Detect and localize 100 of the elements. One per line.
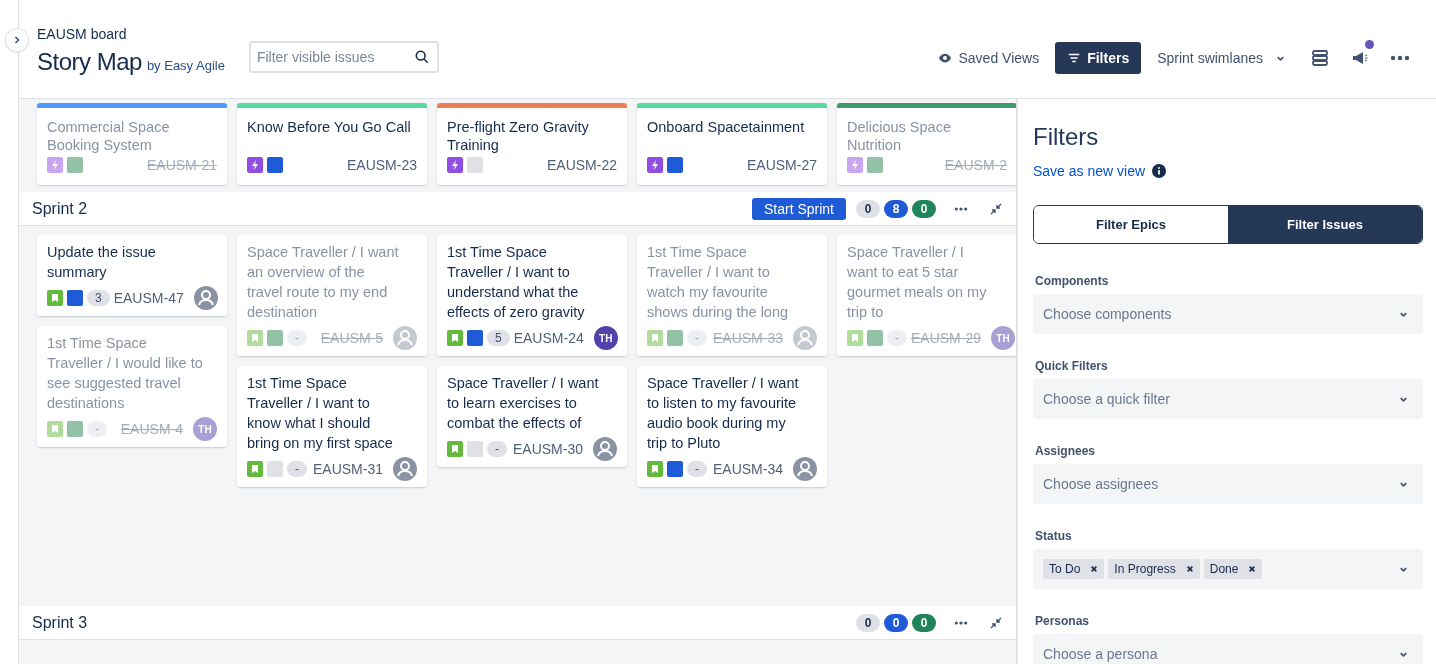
user-avatar-icon (393, 457, 417, 481)
bookmark-icon (47, 421, 63, 437)
field-label: Quick Filters (1035, 359, 1109, 373)
bookmark-icon (247, 461, 263, 477)
collapse-icon (990, 616, 1002, 629)
estimate-badge: - (287, 461, 307, 477)
estimate-badge: - (87, 421, 107, 437)
story-title: 1st Time Space Traveller / I want to watch my favourite shows during the long (647, 243, 790, 322)
collapse-icon (990, 202, 1002, 215)
estimate-badge: - (887, 330, 907, 346)
issue-count-badge: 0 (856, 613, 880, 632)
user-avatar: TH (593, 326, 618, 350)
filter-tab[interactable]: Filter Issues (1228, 206, 1422, 243)
epic-card[interactable]: Know Before You Go Call EAUSM-23 (237, 103, 427, 185)
info-icon (1152, 164, 1167, 178)
issue-key: EAUSM-30 (512, 441, 583, 457)
panel-title: Filters (1033, 123, 1100, 151)
story-title: Space Traveller / I want an overview of the travel route to my end destination (247, 243, 400, 322)
lightning-icon (47, 157, 63, 174)
estimate-badge: - (287, 330, 307, 346)
issue-count-badge: 0 (912, 613, 936, 632)
story-card[interactable]: Space Traveller / I want to learn exercises to combat the effects of - EAUSM-30 (437, 366, 627, 467)
user-avatar-icon (593, 437, 617, 461)
field-label: Status (1035, 529, 1073, 543)
filters-button[interactable]: Filters (1055, 42, 1142, 74)
user-avatar: TH (991, 326, 1016, 350)
lightning-icon (447, 157, 463, 174)
select-field[interactable]: Choose a quick filter (1033, 379, 1423, 419)
more-icon (954, 206, 968, 211)
bookmark-icon (247, 330, 263, 346)
field-label: Personas (1035, 614, 1091, 628)
start-sprint-button[interactable]: Start Sprint (751, 197, 846, 220)
lightning-icon (247, 157, 263, 173)
issue-key: EAUSM-24 (513, 330, 584, 346)
story-title: Space Traveller / I want to listen to my favourite audio book during my trip to Pluto (647, 374, 800, 453)
bookmark-icon (447, 330, 463, 346)
select-field[interactable]: Choose a persona (1033, 634, 1423, 664)
issue-count-badge: 0 (856, 199, 880, 218)
search-field[interactable]: Filter visible issues (248, 41, 439, 73)
issue-count-badge: 8 (884, 199, 908, 218)
user-avatar: TH (193, 417, 217, 441)
epic-title: Delicious Space Nutrition (847, 117, 952, 154)
page-title: Story Map (37, 48, 142, 76)
sprint-name: Sprint 2 (32, 199, 88, 218)
issue-key: EAUSM-4 (120, 421, 183, 437)
estimate-badge: - (687, 461, 707, 477)
story-title: 1st Time Space Traveller / I want to understand what the effects of zero gravity (447, 243, 586, 322)
estimate-badge: 3 (87, 290, 110, 306)
estimate-badge: 5 (487, 330, 510, 346)
remove-icon[interactable] (1185, 565, 1194, 573)
search-icon (414, 50, 429, 64)
issue-key: EAUSM-31 (312, 461, 383, 477)
story-card[interactable]: 1st Time Space Traveller / I want to understand what the effects of zero gravity 5 EAUSM-24 TH (437, 235, 627, 356)
user-avatar-icon (793, 457, 817, 481)
issue-key: EAUSM-29 (911, 330, 982, 346)
story-title: 1st Time Space Traveller / I would like to see suggested travel destinations (47, 334, 204, 413)
status-chip: To Do (1043, 559, 1105, 579)
save-view-link[interactable]: Save as new view (1033, 163, 1146, 179)
issue-key: EAUSM-47 (113, 290, 184, 306)
issue-key: EAUSM-33 (712, 330, 783, 346)
bookmark-icon (47, 290, 63, 306)
issue-key: EAUSM-21 (146, 157, 217, 174)
story-card[interactable]: Update the issue summary 3 EAUSM-47 (37, 235, 227, 316)
bookmark-icon (447, 441, 463, 457)
story-card[interactable]: 1st Time Space Traveller / I want to know what I should bring on my first space - EAUSM-31 (237, 366, 427, 487)
more-icon (954, 620, 968, 625)
issue-count-badge: 0 (912, 199, 936, 218)
status-chip: In Progress (1108, 559, 1200, 579)
lightning-icon (647, 157, 663, 173)
saved-views-button[interactable]: Saved Views (930, 44, 1048, 72)
bookmark-icon (647, 461, 663, 477)
byline: by Easy Agile (146, 58, 225, 73)
issue-key: EAUSM-27 (746, 157, 817, 173)
lightning-icon (847, 157, 863, 174)
remove-icon[interactable] (1248, 565, 1257, 573)
stack-icon (1310, 48, 1330, 68)
story-title: Update the issue summary (47, 243, 157, 282)
story-card[interactable]: Space Traveller / I want to listen to my favourite audio book during my trip to Pluto - EAUSM-34 (637, 366, 827, 487)
story-title: 1st Time Space Traveller / I want to know what I should bring on my first space (247, 374, 394, 453)
eye-icon (938, 51, 953, 65)
select-field[interactable]: To Do In Progress Done (1033, 549, 1423, 589)
board-name: EAUSM board (37, 26, 128, 42)
estimate-badge: - (687, 330, 707, 346)
select-field[interactable]: Choose components (1033, 294, 1423, 334)
bookmark-icon (847, 330, 863, 346)
bookmark-icon (647, 330, 663, 346)
epic-card[interactable]: Pre-flight Zero Gravity Training EAUSM-22 (437, 103, 627, 185)
chevron-right-icon (12, 35, 22, 45)
more-icon (1390, 55, 1410, 61)
field-label: Components (1035, 274, 1110, 288)
status-chip: Done (1203, 559, 1263, 579)
epic-card[interactable]: Onboard Spacetainment EAUSM-27 (637, 103, 827, 185)
issue-key: EAUSM-22 (546, 157, 617, 174)
issue-key: EAUSM-2 (944, 157, 1007, 174)
remove-icon[interactable] (1090, 565, 1099, 573)
select-field[interactable]: Choose assignees (1033, 464, 1423, 504)
swimlanes-dropdown[interactable]: Sprint swimlanes (1149, 44, 1294, 72)
issue-key: EAUSM-23 (346, 157, 417, 173)
user-avatar-icon (793, 326, 817, 350)
sprint-name: Sprint 3 (32, 613, 88, 632)
